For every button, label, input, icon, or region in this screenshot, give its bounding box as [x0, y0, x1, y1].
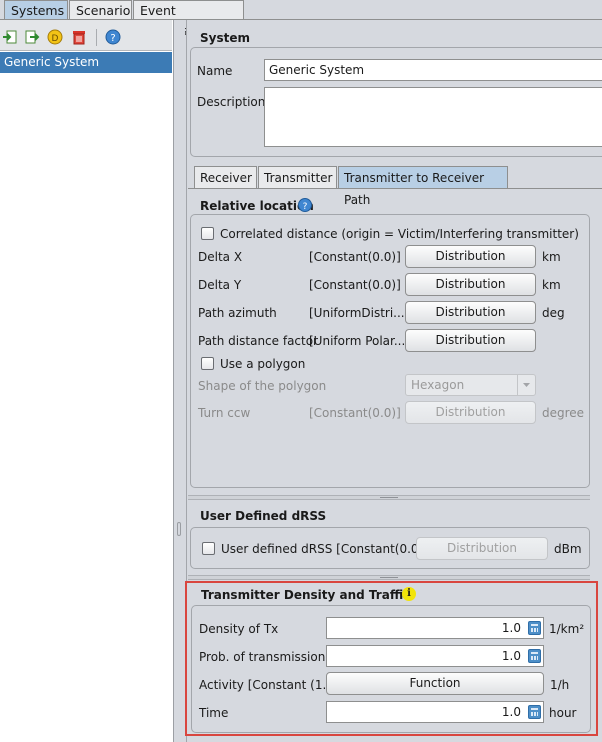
tab-receiver[interactable]: Receiver [194, 166, 257, 189]
duplicate-icon[interactable]: D [47, 29, 63, 45]
path-azimuth-distribution-button[interactable]: Distribution [405, 301, 536, 324]
path-azimuth-label: Path azimuth [198, 306, 277, 320]
svg-text:D: D [52, 34, 59, 44]
turn-ccw-unit: degree [542, 406, 585, 420]
toolbar-separator [96, 29, 97, 46]
name-field[interactable]: Generic System [264, 59, 602, 81]
turn-ccw-value: [Constant(0.0)] [309, 406, 401, 420]
density-of-tx-unit: 1/km² [549, 622, 585, 636]
delta-x-unit: km [542, 250, 561, 264]
user-drss-label: User defined dRSS [Constant(0.0)] [221, 542, 428, 556]
density-of-tx-field[interactable]: 1.0 [326, 617, 544, 639]
shape-of-polygon-select[interactable]: Hexagon [405, 374, 536, 396]
delta-y-label: Delta Y [198, 278, 242, 292]
delta-y-value: [Constant(0.0)] [309, 278, 401, 292]
shape-of-polygon-label: Shape of the polygon [198, 379, 327, 393]
density-title: Transmitter Density and Traffic [201, 588, 411, 602]
info-icon[interactable]: i [402, 587, 416, 601]
tab-transmitter-to-receiver-path[interactable]: Transmitter to Receiver Path [338, 166, 508, 207]
density-of-tx-value: 1.0 [501, 621, 521, 635]
prob-transmission-value: 1.0 [501, 649, 521, 663]
name-label: Name [197, 64, 233, 78]
activity-function-button[interactable]: Function [326, 672, 544, 695]
delete-icon[interactable] [71, 29, 87, 45]
left-pane [0, 20, 174, 742]
calculator-icon[interactable] [528, 649, 541, 663]
user-drss-checkbox[interactable] [202, 542, 215, 555]
export-icon[interactable] [24, 29, 40, 45]
prob-transmission-field[interactable]: 1.0 [326, 645, 544, 667]
correlated-distance-label: Correlated distance (origin = Victim/Int… [220, 227, 579, 241]
path-distance-factor-distribution-button[interactable]: Distribution [405, 329, 536, 352]
splitter-grip-icon [177, 522, 181, 536]
horizontal-splitter[interactable] [188, 495, 590, 500]
chevron-down-icon [517, 375, 535, 395]
time-label: Time [199, 706, 229, 720]
use-polygon-label: Use a polygon [220, 357, 306, 371]
delta-x-distribution-button[interactable]: Distribution [405, 245, 536, 268]
path-azimuth-value: [UniformDistri...] [309, 306, 410, 320]
tab-event-processing[interactable]: Event Processing [133, 0, 244, 38]
help-icon[interactable]: ? [298, 198, 312, 212]
path-distance-factor-value: [Uniform Polar...] [309, 334, 410, 348]
use-polygon-checkbox[interactable] [201, 357, 214, 370]
subtab-strip-border [188, 188, 602, 189]
time-value: 1.0 [501, 705, 521, 719]
svg-text:?: ? [110, 33, 115, 44]
prob-transmission-label: Prob. of transmission [199, 650, 326, 664]
time-unit: hour [549, 706, 577, 720]
calculator-icon[interactable] [528, 621, 541, 635]
path-azimuth-unit: deg [542, 306, 565, 320]
tab-transmitter[interactable]: Transmitter [258, 166, 337, 189]
turn-ccw-distribution-button[interactable]: Distribution [405, 401, 536, 424]
delta-x-value: [Constant(0.0)] [309, 250, 401, 264]
system-panel-title: System [200, 31, 250, 45]
shape-of-polygon-value: Hexagon [411, 378, 465, 392]
delta-y-distribution-button[interactable]: Distribution [405, 273, 536, 296]
description-label: Description [197, 95, 266, 109]
delta-y-unit: km [542, 278, 561, 292]
svg-text:?: ? [303, 202, 308, 212]
user-drss-distribution-button[interactable]: Distribution [416, 537, 548, 560]
activity-unit: 1/h [550, 678, 570, 692]
user-drss-unit: dBm [554, 542, 582, 556]
time-field[interactable]: 1.0 [326, 701, 544, 723]
tab-scenario[interactable]: Scenario [69, 0, 132, 20]
help-icon[interactable]: ? [105, 29, 121, 45]
relative-location-title: Relative location [200, 199, 314, 213]
user-drss-title: User Defined dRSS [200, 509, 327, 523]
import-icon[interactable] [2, 29, 18, 45]
vertical-splitter[interactable] [174, 20, 185, 742]
horizontal-splitter[interactable] [188, 575, 590, 580]
delta-x-label: Delta X [198, 250, 243, 264]
tab-systems[interactable]: Systems [4, 0, 68, 20]
calculator-icon[interactable] [528, 705, 541, 719]
turn-ccw-label: Turn ccw [198, 406, 251, 420]
correlated-distance-checkbox[interactable] [201, 227, 214, 240]
density-of-tx-label: Density of Tx [199, 622, 279, 636]
tree-item-generic-system[interactable]: Generic System [0, 52, 172, 73]
activity-label: Activity [Constant (1.0)] [199, 678, 344, 692]
description-field[interactable] [264, 87, 602, 147]
path-distance-factor-label: Path distance factor [198, 334, 318, 348]
